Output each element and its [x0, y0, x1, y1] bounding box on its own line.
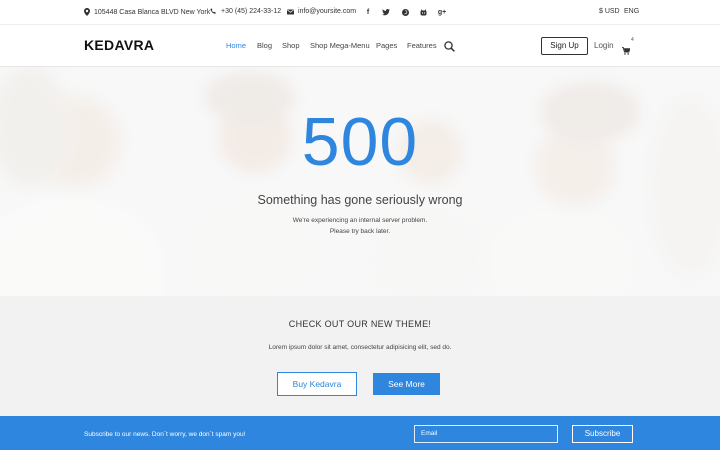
facebook-icon[interactable]: f: [363, 8, 373, 17]
top-bar: 105448 Casa Blanca BLVD New York +30 (45…: [0, 0, 720, 24]
email-text: info@yoursite.com: [298, 8, 357, 15]
search-icon[interactable]: [444, 39, 455, 57]
envelope-icon: [287, 9, 294, 14]
language-selector[interactable]: ENG: [624, 8, 639, 15]
nav-item-blog[interactable]: Blog: [257, 41, 272, 50]
google-plus-icon[interactable]: g+: [437, 8, 447, 17]
newsletter-bar: Subscribe to our news. Don`t worry, we d…: [0, 416, 720, 450]
see-more-button[interactable]: See More: [373, 373, 440, 395]
error-headline: Something has gone seriously wrong: [257, 193, 463, 207]
phone-icon: [210, 8, 216, 14]
nav-item-home[interactable]: Home: [226, 41, 246, 50]
phone-info: +30 (45) 224-33-12: [210, 8, 281, 15]
error-hero: 500 Something has gone seriously wrong W…: [0, 67, 720, 296]
sign-up-button[interactable]: Sign Up: [541, 37, 588, 55]
nav-item-features[interactable]: Features: [407, 41, 437, 50]
nav-item-pages[interactable]: Pages: [376, 41, 397, 50]
login-link[interactable]: Login: [594, 41, 614, 50]
twitter-icon[interactable]: [381, 8, 391, 17]
site-logo[interactable]: KEDAVRA: [84, 37, 154, 53]
newsletter-text: Subscribe to our news. Don`t worry, we d…: [84, 431, 246, 438]
nav-item-shop[interactable]: Shop: [282, 41, 300, 50]
theme-promo-section: CHECK OUT OUR NEW THEME! Lorem ipsum dol…: [0, 296, 720, 416]
email-info[interactable]: info@yoursite.com: [287, 8, 356, 15]
phone-text: +30 (45) 224-33-12: [221, 8, 282, 15]
email-input[interactable]: Email: [414, 425, 558, 443]
error-message-line-2: Please try back later.: [329, 228, 391, 235]
subscribe-button[interactable]: Subscribe: [572, 425, 633, 443]
main-navigation: KEDAVRA Home Blog Shop Shop Mega-Menu Pa…: [0, 24, 720, 67]
currency-text: $ USD: [599, 8, 620, 15]
cart-icon[interactable]: [622, 42, 631, 60]
currency-selector[interactable]: $ USD: [599, 8, 620, 15]
hero-overlay: [0, 67, 720, 296]
pinterest-icon[interactable]: [400, 8, 410, 17]
nav-item-shop-mega-menu[interactable]: Shop Mega-Menu: [310, 41, 370, 50]
promo-title: CHECK OUT OUR NEW THEME!: [288, 319, 432, 329]
buy-kedavra-button[interactable]: Buy Kedavra: [277, 372, 357, 396]
error-code: 500: [301, 104, 419, 180]
promo-text: Lorem ipsum dolor sit amet, consectetur …: [268, 344, 452, 351]
map-pin-icon: [84, 8, 90, 16]
language-text: ENG: [624, 8, 640, 15]
address-info: 105448 Casa Blanca BLVD New York: [84, 8, 210, 16]
address-text: 105448 Casa Blanca BLVD New York: [94, 8, 211, 16]
error-message-line-1: We're experiencing an internal server pr…: [292, 217, 428, 224]
cart-count-badge: 4: [631, 37, 634, 43]
github-icon[interactable]: [418, 8, 428, 17]
